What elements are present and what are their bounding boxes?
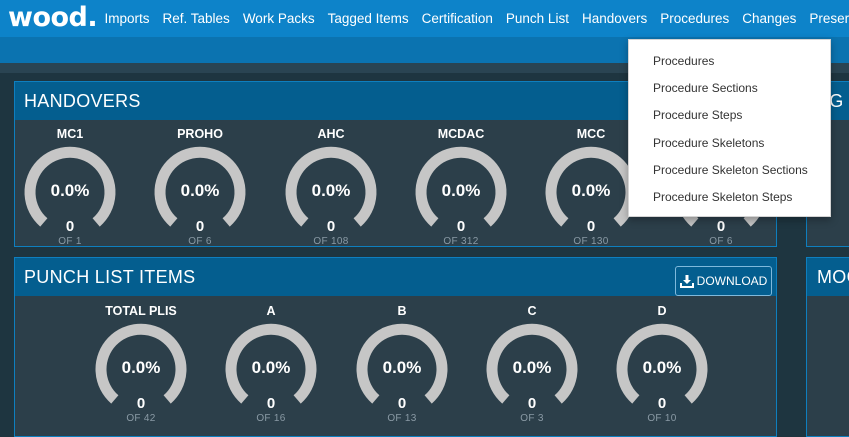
gauge-label: TOTAL PLIS: [105, 304, 177, 318]
handovers-title: HANDOVERS: [24, 91, 141, 111]
nav-handovers[interactable]: Handovers: [575, 0, 653, 37]
nav-changes[interactable]: Changes: [736, 0, 803, 37]
gauge-total: OF 6: [709, 236, 733, 247]
gauge-percent: 0.0%: [571, 181, 611, 200]
gauge-label: C: [527, 304, 537, 318]
gauge-total: OF 3: [520, 413, 544, 424]
gauge-value: 0: [326, 218, 336, 235]
menu-item-procedure-skeleton-sections[interactable]: Procedure Skeleton Sections: [629, 157, 830, 184]
nav-punch-list[interactable]: Punch List: [499, 0, 575, 37]
download-button[interactable]: DOWNLOAD: [675, 266, 772, 296]
gauge-value: 0: [136, 395, 146, 412]
gauge-mc1[interactable]: MC1 0.0% 0 OF 1: [19, 127, 121, 247]
nav-procedures[interactable]: Procedures: [654, 0, 736, 37]
gauge-percent: 0.0%: [382, 358, 422, 377]
wood-logo[interactable]: wood.: [8, 1, 98, 35]
gauge-d[interactable]: D 0.0% 0 OF 10: [611, 304, 713, 424]
right-panel-bottom-header: MOC: [807, 258, 849, 296]
gauge-ahc[interactable]: AHC 0.0% 0 OF 108: [280, 127, 382, 247]
gauge-value: 0: [657, 395, 667, 412]
nav-ref-tables[interactable]: Ref. Tables: [156, 0, 236, 37]
gauge-label: B: [397, 304, 407, 318]
gauge-value: 0: [65, 218, 75, 235]
gauge-mcdac[interactable]: MCDAC 0.0% 0 OF 312: [410, 127, 512, 247]
gauge-percent: 0.0%: [642, 358, 682, 377]
menu-item-procedure-sections[interactable]: Procedure Sections: [629, 75, 830, 102]
download-icon: [679, 275, 694, 288]
download-label: DOWNLOAD: [696, 274, 768, 288]
gauge-value: 0: [397, 395, 407, 412]
gauge-a[interactable]: A 0.0% 0 OF 16: [220, 304, 322, 424]
nav-work-packs[interactable]: Work Packs: [236, 0, 321, 37]
gauge-value: 0: [456, 218, 466, 235]
gauge-total: OF 13: [387, 413, 417, 424]
gauge-total: OF 10: [647, 413, 677, 424]
gauge-total: OF 1: [58, 236, 82, 247]
right-panel-bottom: MOC: [806, 257, 849, 437]
gauge-c[interactable]: C 0.0% 0 OF 3: [481, 304, 583, 424]
right-panel-bottom-title: MOC: [817, 267, 849, 287]
gauge-mcc[interactable]: MCC 0.0% 0 OF 130: [540, 127, 642, 247]
gauge-value: 0: [586, 218, 596, 235]
gauge-total: OF 108: [313, 236, 349, 247]
gauge-percent: 0.0%: [50, 181, 90, 200]
gauge-total: OF 16: [256, 413, 286, 424]
gauge-percent: 0.0%: [441, 181, 481, 200]
gauge-value: 0: [266, 395, 276, 412]
gauge-label: D: [657, 304, 667, 318]
gauge-label: MCC: [576, 127, 606, 141]
gauge-total: OF 6: [188, 236, 212, 247]
main-nav: Imports Ref. Tables Work Packs Tagged It…: [98, 0, 849, 37]
gauge-label: MC1: [56, 127, 84, 141]
punch-list-panel: PUNCH LIST ITEMS DOWNLOAD TOTAL PLIS 0.0…: [14, 257, 777, 437]
gauge-value: 0: [195, 218, 205, 235]
menu-item-procedure-steps[interactable]: Procedure Steps: [629, 102, 830, 129]
menu-item-procedure-skeletons[interactable]: Procedure Skeletons: [629, 130, 830, 157]
gauge-value: 0: [527, 395, 537, 412]
gauge-total: OF 42: [126, 413, 156, 424]
gauge-label: MCDAC: [437, 127, 485, 141]
procedures-dropdown: Procedures Procedure Sections Procedure …: [628, 39, 831, 217]
nav-imports[interactable]: Imports: [98, 0, 156, 37]
punch-list-title: PUNCH LIST ITEMS: [24, 267, 196, 287]
nav-certification[interactable]: Certification: [415, 0, 499, 37]
gauge-percent: 0.0%: [121, 358, 161, 377]
gauge-proho[interactable]: PROHO 0.0% 0 OF 6: [149, 127, 251, 247]
punch-list-header: PUNCH LIST ITEMS: [15, 258, 776, 296]
menu-item-procedure-skeleton-steps[interactable]: Procedure Skeleton Steps: [629, 184, 830, 211]
gauge-label: PROHO: [177, 127, 223, 141]
gauge-percent: 0.0%: [311, 181, 351, 200]
gauge-percent: 0.0%: [512, 358, 552, 377]
nav-preservation[interactable]: Preservation: [803, 0, 849, 37]
nav-tagged-items[interactable]: Tagged Items: [321, 0, 415, 37]
gauge-label: A: [266, 304, 276, 318]
gauge-total: OF 312: [443, 236, 479, 247]
gauge-label: AHC: [317, 127, 345, 141]
gauge-percent: 0.0%: [251, 358, 291, 377]
menu-item-procedures[interactable]: Procedures: [629, 48, 830, 75]
gauge-value: 0: [716, 218, 726, 235]
top-navbar: wood. Imports Ref. Tables Work Packs Tag…: [0, 0, 849, 37]
gauge-total-plis[interactable]: TOTAL PLIS 0.0% 0 OF 42: [90, 304, 192, 424]
gauge-total: OF 130: [573, 236, 609, 247]
gauge-percent: 0.0%: [180, 181, 220, 200]
gauge-b[interactable]: B 0.0% 0 OF 13: [351, 304, 453, 424]
